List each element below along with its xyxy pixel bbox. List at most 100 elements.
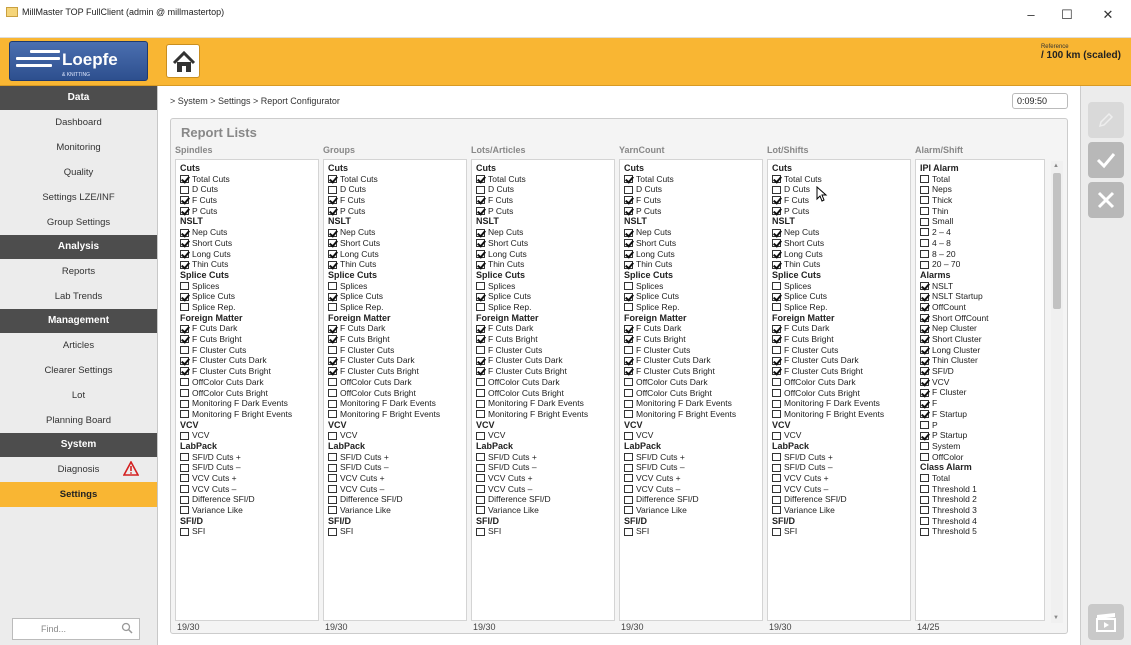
checkbox-checked-icon[interactable] xyxy=(180,356,189,365)
checkbox-checked-icon[interactable] xyxy=(624,239,633,248)
checkbox-item[interactable]: Monitoring F Bright Events xyxy=(476,409,614,420)
checkbox-item[interactable]: Long Cluster xyxy=(920,345,1044,356)
checkbox-checked-icon[interactable] xyxy=(476,239,485,248)
checkbox-unchecked-icon[interactable] xyxy=(920,196,929,205)
checkbox-item[interactable]: VCV xyxy=(328,430,466,441)
checkbox-checked-icon[interactable] xyxy=(772,239,781,248)
checkbox-unchecked-icon[interactable] xyxy=(180,185,189,194)
checkbox-item[interactable]: P Startup xyxy=(920,430,1044,441)
checkbox-item[interactable]: Short Cluster xyxy=(920,334,1044,345)
checkbox-unchecked-icon[interactable] xyxy=(772,185,781,194)
checkbox-item[interactable]: P Cuts xyxy=(624,206,762,217)
checkbox-item[interactable]: VCV Cuts – xyxy=(328,484,466,495)
sidebar-item-settings[interactable]: Settings xyxy=(0,482,157,507)
checkbox-item[interactable]: F Cuts xyxy=(180,195,318,206)
checkbox-unchecked-icon[interactable] xyxy=(920,485,929,494)
checkbox-checked-icon[interactable] xyxy=(476,207,485,216)
checkbox-unchecked-icon[interactable] xyxy=(772,506,781,515)
checkbox-item[interactable]: F Cluster Cuts Dark xyxy=(328,355,466,366)
checkbox-item[interactable]: SFI/D Cuts + xyxy=(772,452,910,463)
checkbox-unchecked-icon[interactable] xyxy=(772,463,781,472)
sidebar-item-monitoring[interactable]: Monitoring xyxy=(0,135,157,160)
checkbox-checked-icon[interactable] xyxy=(624,324,633,333)
checkbox-unchecked-icon[interactable] xyxy=(476,495,485,504)
checkbox-unchecked-icon[interactable] xyxy=(772,485,781,494)
checkbox-unchecked-icon[interactable] xyxy=(920,420,929,429)
checkbox-unchecked-icon[interactable] xyxy=(328,346,337,355)
checkbox-item[interactable]: SFI/D Cuts – xyxy=(328,462,466,473)
checkbox-item[interactable]: Variance Like xyxy=(328,505,466,516)
checkbox-item[interactable]: 4 – 8 xyxy=(920,238,1044,249)
checkbox-unchecked-icon[interactable] xyxy=(772,378,781,387)
checkbox-checked-icon[interactable] xyxy=(772,207,781,216)
checkbox-unchecked-icon[interactable] xyxy=(476,527,485,536)
checkbox-item[interactable]: Nep Cluster xyxy=(920,323,1044,334)
checkbox-checked-icon[interactable] xyxy=(476,335,485,344)
checkbox-item[interactable]: VCV Cuts + xyxy=(772,473,910,484)
checkbox-item[interactable]: VCV Cuts – xyxy=(624,484,762,495)
checkbox-checked-icon[interactable] xyxy=(180,324,189,333)
checkbox-checked-icon[interactable] xyxy=(624,367,633,376)
checkbox-item[interactable]: Total Cuts xyxy=(772,174,910,185)
checkbox-item[interactable]: Nep Cuts xyxy=(180,227,318,238)
checkbox-unchecked-icon[interactable] xyxy=(180,410,189,419)
checkbox-item[interactable]: Splice Cuts xyxy=(328,291,466,302)
checkbox-item[interactable]: Total xyxy=(920,174,1044,185)
checkbox-item[interactable]: NSLT Startup xyxy=(920,291,1044,302)
checkbox-item[interactable]: Splices xyxy=(476,281,614,292)
checkbox-item[interactable]: VCV Cuts – xyxy=(180,484,318,495)
checkbox-checked-icon[interactable] xyxy=(920,281,929,290)
checkbox-item[interactable]: F Cluster Cuts Dark xyxy=(772,355,910,366)
checkbox-unchecked-icon[interactable] xyxy=(476,410,485,419)
checkbox-unchecked-icon[interactable] xyxy=(476,453,485,461)
checkbox-item[interactable]: F Cluster Cuts xyxy=(180,345,318,356)
checkbox-unchecked-icon[interactable] xyxy=(180,399,189,408)
checkbox-unchecked-icon[interactable] xyxy=(920,185,929,194)
scroll-up-icon[interactable]: ▲ xyxy=(1053,163,1059,169)
checkbox-unchecked-icon[interactable] xyxy=(920,260,929,269)
checkbox-unchecked-icon[interactable] xyxy=(772,303,781,312)
checkbox-item[interactable]: Long Cuts xyxy=(476,249,614,260)
checkbox-item[interactable]: SFI xyxy=(328,526,466,537)
checkbox-checked-icon[interactable] xyxy=(920,399,929,408)
checkbox-item[interactable]: F Cluster Cuts Bright xyxy=(624,366,762,377)
checkbox-item[interactable]: F Startup xyxy=(920,409,1044,420)
checkbox-item[interactable]: Monitoring F Bright Events xyxy=(624,409,762,420)
checkbox-item[interactable]: Threshold 5 xyxy=(920,526,1044,537)
checkbox-unchecked-icon[interactable] xyxy=(920,452,929,461)
checkbox-unchecked-icon[interactable] xyxy=(772,474,781,483)
checkbox-unchecked-icon[interactable] xyxy=(920,239,929,248)
find-input[interactable]: Find... xyxy=(12,618,140,640)
checkbox-unchecked-icon[interactable] xyxy=(920,249,929,258)
checkbox-unchecked-icon[interactable] xyxy=(476,474,485,483)
checkbox-unchecked-icon[interactable] xyxy=(772,431,781,440)
sidebar-item-dashboard[interactable]: Dashboard xyxy=(0,110,157,135)
checkbox-item[interactable]: Splice Cuts xyxy=(772,291,910,302)
checkbox-unchecked-icon[interactable] xyxy=(328,185,337,194)
checkbox-checked-icon[interactable] xyxy=(328,249,337,258)
checkbox-item[interactable]: SFI xyxy=(180,526,318,537)
checkbox-checked-icon[interactable] xyxy=(476,175,485,184)
checkbox-unchecked-icon[interactable] xyxy=(624,431,633,440)
checkbox-item[interactable]: F Cuts xyxy=(476,195,614,206)
checkbox-item[interactable]: OffColor Cuts Bright xyxy=(476,388,614,399)
checkbox-checked-icon[interactable] xyxy=(476,367,485,376)
checkbox-item[interactable]: VCV Cuts + xyxy=(624,473,762,484)
checkbox-item[interactable]: VCV Cuts + xyxy=(180,473,318,484)
cancel-button[interactable] xyxy=(1088,182,1124,218)
checkbox-unchecked-icon[interactable] xyxy=(328,431,337,440)
checkbox-item[interactable]: F Cuts xyxy=(772,195,910,206)
checkbox-item[interactable]: Long Cuts xyxy=(624,249,762,260)
checkbox-item[interactable]: SFI/D Cuts – xyxy=(476,462,614,473)
checkbox-unchecked-icon[interactable] xyxy=(328,527,337,536)
checkbox-item[interactable]: Splices xyxy=(772,281,910,292)
checkbox-checked-icon[interactable] xyxy=(328,207,337,216)
checkbox-item[interactable]: Long Cuts xyxy=(180,249,318,260)
checkbox-checked-icon[interactable] xyxy=(328,196,337,205)
checkbox-item[interactable]: Threshold 4 xyxy=(920,516,1044,527)
checkbox-item[interactable]: Thin Cuts xyxy=(624,259,762,270)
checkbox-checked-icon[interactable] xyxy=(328,260,337,269)
checkbox-item[interactable]: Short Cuts xyxy=(180,238,318,249)
checkbox-unchecked-icon[interactable] xyxy=(180,281,189,290)
checkbox-checked-icon[interactable] xyxy=(624,207,633,216)
